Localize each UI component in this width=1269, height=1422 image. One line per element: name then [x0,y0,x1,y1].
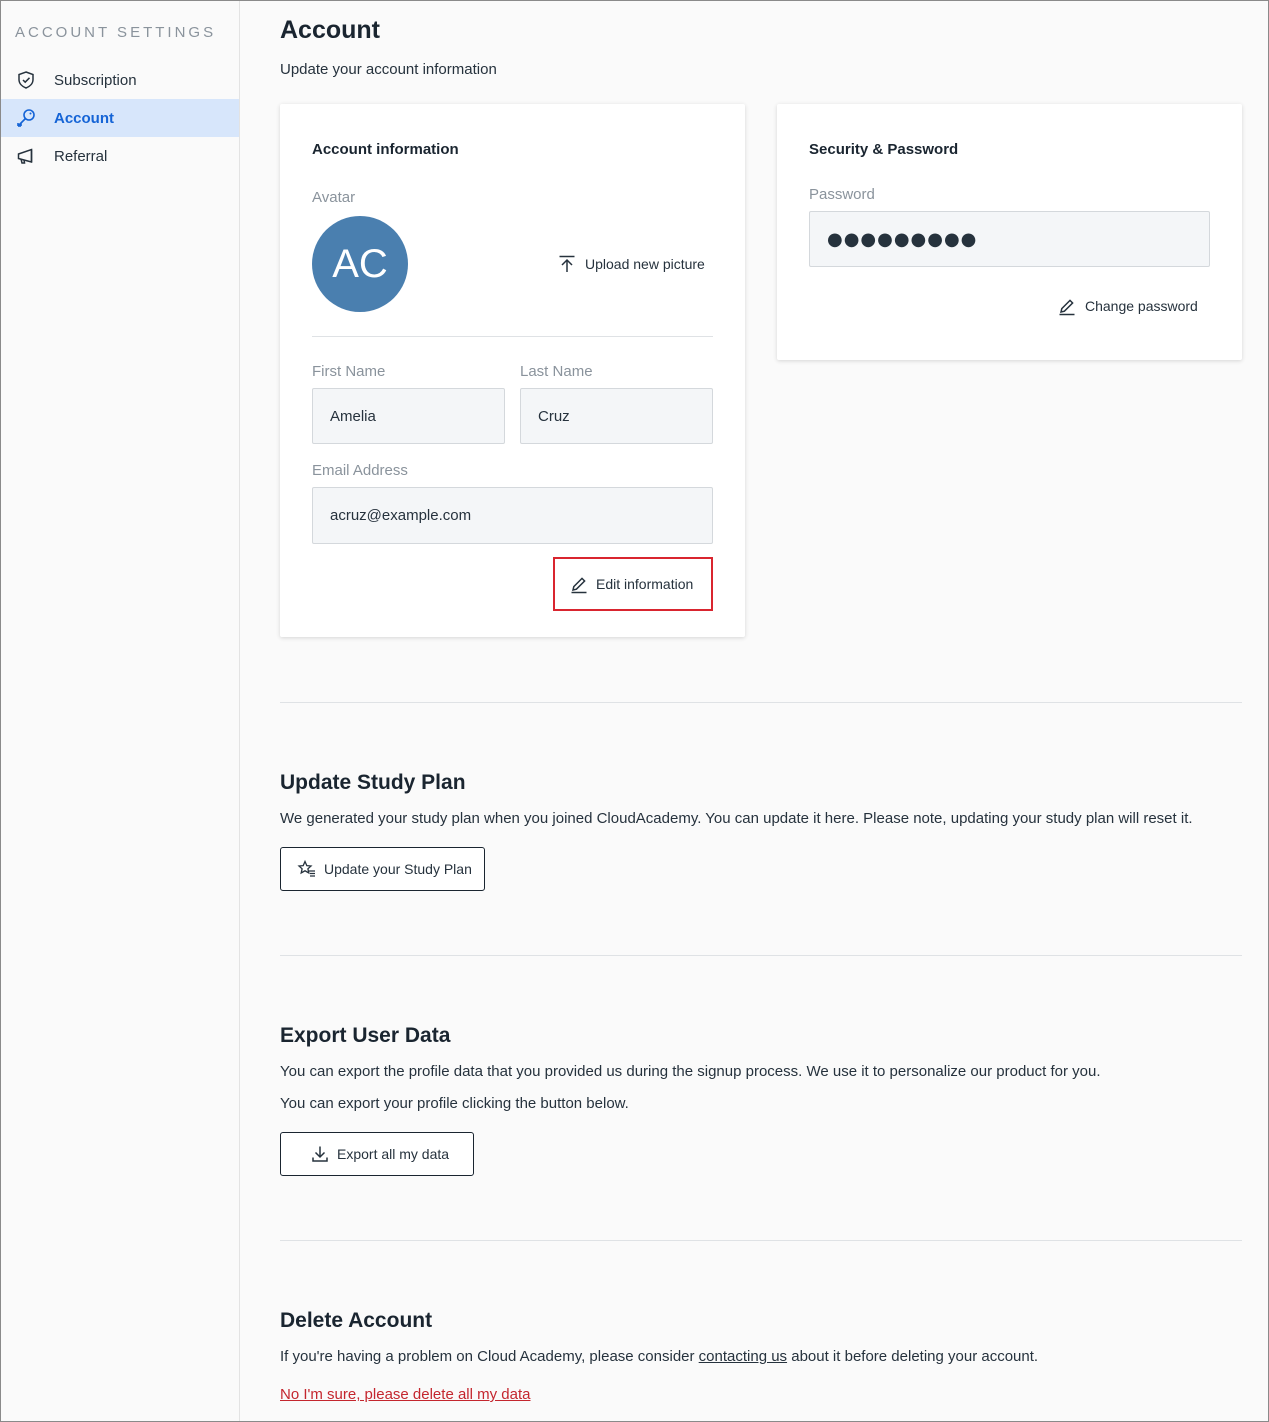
sidebar-item-label: Subscription [54,71,137,89]
pencil-icon [569,574,589,594]
export-data-label: Export all my data [337,1146,450,1162]
sidebar-item-referral[interactable]: Referral [1,137,239,175]
security-title: Security & Password [809,141,959,158]
edit-information-button[interactable]: Edit information [553,557,713,611]
update-study-plan-button[interactable]: Update your Study Plan [280,847,485,891]
security-card: Security & Password Password ●●●●●●●●● C… [777,104,1242,360]
edit-information-label: Edit information [596,576,694,592]
email-value: acruz@example.com [330,507,472,524]
star-list-icon [297,859,317,879]
sidebar-item-label: Referral [54,147,108,165]
delete-title: Delete Account [280,1309,433,1332]
sidebar: ACCOUNT SETTINGS Subscription Account Re… [1,1,240,1421]
avatar: AC [312,216,408,312]
study-plan-title: Update Study Plan [280,771,466,794]
study-plan-text: We generated your study plan when you jo… [280,810,1193,827]
delete-data-link[interactable]: No I'm sure, please delete all my data [280,1386,531,1403]
sidebar-item-subscription[interactable]: Subscription [1,61,239,99]
delete-text-before: If you're having a problem on Cloud Acad… [280,1348,699,1365]
first-name-value: Amelia [330,407,376,425]
key-icon [15,107,37,129]
last-name-label: Last Name [520,363,593,380]
page-subtitle: Update your account information [280,61,497,78]
section-divider [280,955,1242,956]
download-icon [310,1144,330,1164]
account-info-card: Account information Avatar AC Upload new… [280,104,745,637]
change-password-label: Change password [1085,298,1198,314]
email-label: Email Address [312,462,408,479]
upload-icon [557,254,577,274]
avatar-label: Avatar [312,189,356,206]
last-name-value: Cruz [538,407,570,425]
export-title: Export User Data [280,1024,451,1047]
contact-us-link[interactable]: contacting us [699,1348,787,1365]
export-data-button[interactable]: Export all my data [280,1132,474,1176]
password-field[interactable]: ●●●●●●●●● [809,211,1210,267]
password-label: Password [809,186,875,203]
section-divider [280,1240,1242,1241]
export-text-2: You can export your profile clicking the… [280,1095,629,1112]
export-text-1: You can export the profile data that you… [280,1063,1101,1080]
sidebar-item-account[interactable]: Account [1,99,239,137]
sidebar-title: ACCOUNT SETTINGS [15,24,217,41]
divider [312,336,713,337]
shield-check-icon [15,69,37,91]
account-info-title: Account information [312,141,459,158]
megaphone-icon [15,145,37,167]
delete-text: If you're having a problem on Cloud Acad… [280,1348,1038,1365]
last-name-field[interactable]: Cruz [520,388,713,444]
delete-text-after: about it before deleting your account. [787,1348,1039,1365]
pencil-icon [1057,296,1077,316]
section-divider [280,702,1242,703]
first-name-label: First Name [312,363,386,380]
password-value: ●●●●●●●●● [827,228,978,250]
upload-picture-button[interactable]: Upload new picture [557,254,705,274]
page-title: Account [280,16,380,44]
update-study-plan-label: Update your Study Plan [324,861,472,877]
upload-picture-label: Upload new picture [585,256,705,272]
avatar-initials: AC [332,241,388,286]
sidebar-item-label: Account [54,109,114,127]
change-password-button[interactable]: Change password [1057,296,1198,316]
email-field[interactable]: acruz@example.com [312,487,713,544]
first-name-field[interactable]: Amelia [312,388,505,444]
